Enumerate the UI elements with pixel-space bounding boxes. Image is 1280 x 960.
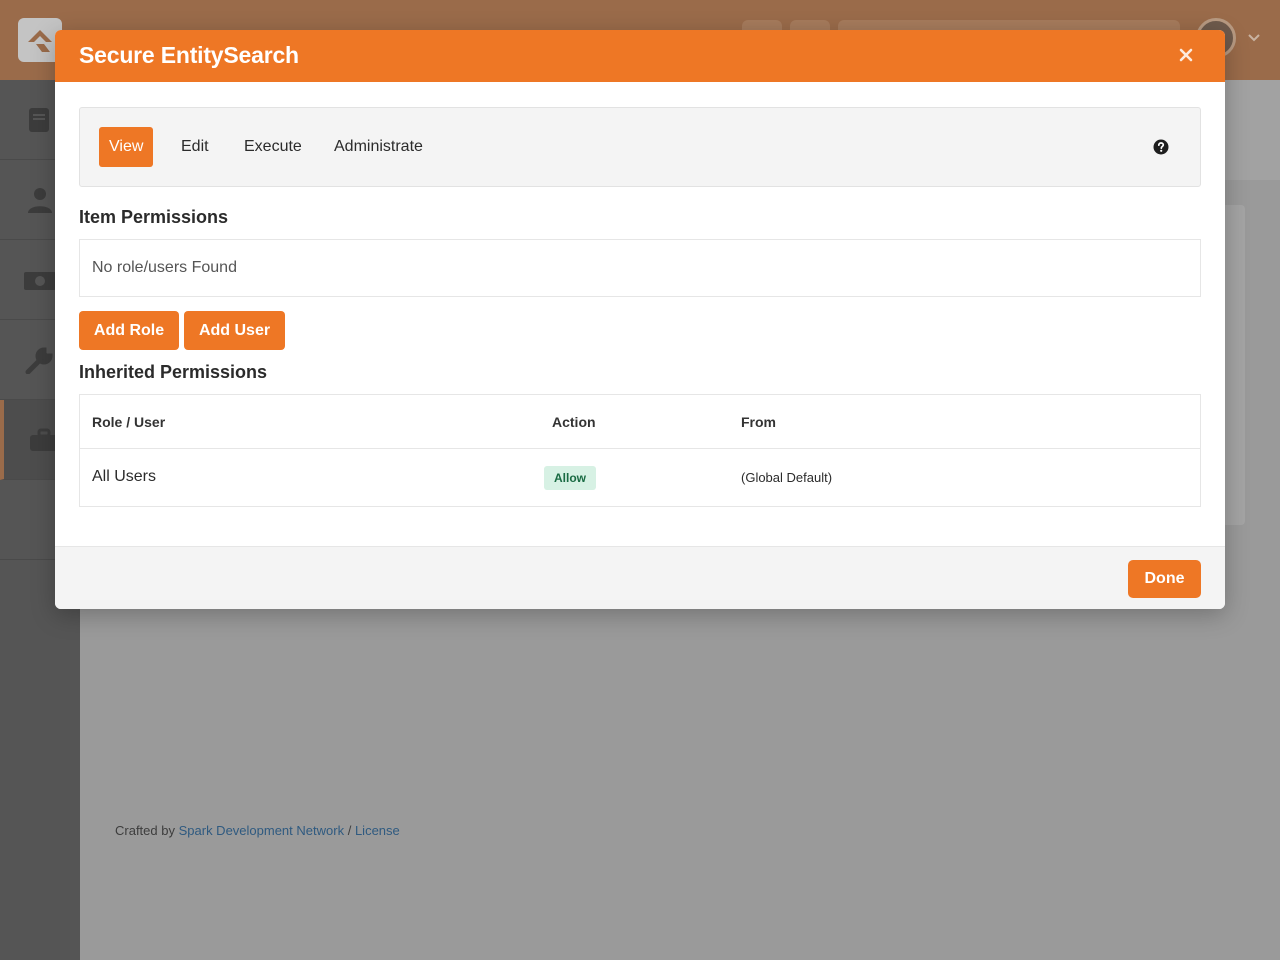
role-cell: All Users	[92, 468, 157, 485]
column-header-from: From	[741, 414, 776, 430]
tab-view[interactable]: View	[99, 127, 154, 167]
tab-edit[interactable]: Edit	[171, 127, 219, 167]
item-permissions-heading: Item Permissions	[79, 207, 229, 227]
footer-link-spark[interactable]: Spark Development Network	[179, 823, 344, 838]
person-icon	[28, 188, 52, 213]
status-badge: Allow	[544, 466, 596, 490]
modal-header: Secure EntitySearch	[55, 30, 1225, 82]
footer-link-license[interactable]: License	[355, 823, 400, 838]
book-icon	[29, 108, 49, 132]
tab-execute[interactable]: Execute	[234, 127, 312, 167]
logo-icon	[28, 30, 52, 52]
footer-separator: /	[347, 823, 352, 838]
app-footer: Crafted by Spark Development Network / L…	[115, 823, 400, 838]
add-role-button[interactable]: Add Role	[79, 311, 179, 350]
table-row: All Users Allow (Global Default)	[80, 449, 1200, 506]
wrench-icon	[25, 347, 53, 374]
modal-title: Secure EntitySearch	[79, 42, 299, 68]
close-icon[interactable]	[1175, 44, 1197, 66]
from-cell: (Global Default)	[741, 470, 833, 485]
column-header-role: Role / User	[92, 414, 166, 430]
modal-footer: Done	[55, 546, 1225, 609]
footer-prefix: Crafted by	[115, 823, 175, 838]
table-header: Role / User Action From	[80, 395, 1200, 449]
add-user-button[interactable]: Add User	[184, 311, 285, 350]
chevron-down-icon[interactable]	[1246, 30, 1262, 46]
empty-state-text: No role/users Found	[92, 259, 237, 276]
secure-modal: Secure EntitySearch View Edit Execute Ad…	[55, 30, 1225, 609]
inherited-permissions-table: Role / User Action From All Users Allow …	[79, 394, 1201, 507]
money-icon	[24, 272, 56, 290]
tab-administrate[interactable]: Administrate	[324, 127, 433, 167]
column-header-action: Action	[552, 414, 596, 430]
inherited-permissions-heading: Inherited Permissions	[79, 362, 268, 382]
permission-tabs: View Edit Execute Administrate	[79, 107, 1201, 187]
item-permissions-list: No role/users Found	[79, 239, 1201, 297]
question-circle-icon[interactable]	[1153, 139, 1169, 155]
done-button[interactable]: Done	[1128, 560, 1201, 598]
